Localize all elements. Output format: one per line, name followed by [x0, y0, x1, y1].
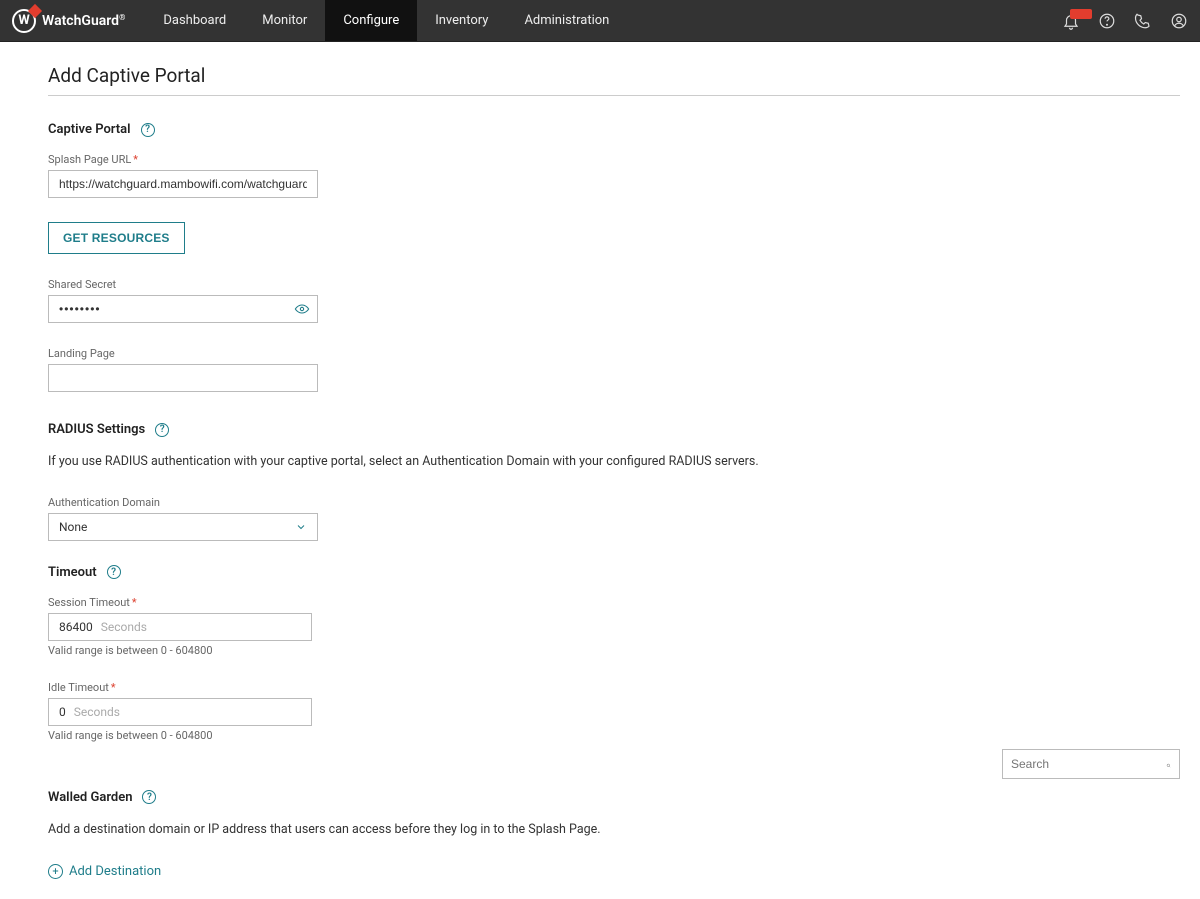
reveal-password-icon[interactable]: [294, 301, 310, 317]
section-timeout-header: Timeout ?: [48, 565, 1180, 580]
primary-nav: Dashboard Monitor Configure Inventory Ad…: [145, 0, 627, 41]
auth-domain-label: Authentication Domain: [48, 496, 1180, 509]
phone-icon[interactable]: [1134, 12, 1152, 30]
help-radius-icon[interactable]: ?: [155, 423, 169, 437]
auth-domain-select[interactable]: None: [48, 513, 318, 541]
chevron-down-icon: [295, 521, 307, 533]
shared-secret-input[interactable]: [48, 295, 318, 323]
nav-dashboard[interactable]: Dashboard: [145, 0, 244, 41]
help-icon[interactable]: [1098, 12, 1116, 30]
add-destination-label: Add Destination: [69, 864, 161, 879]
auth-domain-value: None: [59, 520, 87, 534]
walled-description: Add a destination domain or IP address t…: [48, 821, 1180, 840]
notification-bell-icon[interactable]: [1062, 12, 1080, 30]
plus-circle-icon: +: [48, 864, 63, 879]
topbar: W WatchGuard® Dashboard Monitor Configur…: [0, 0, 1200, 42]
shared-secret-label: Shared Secret: [48, 278, 1180, 291]
section-captive-portal-header: Captive Portal ?: [48, 122, 1180, 137]
section-radius-title: RADIUS Settings: [48, 422, 145, 437]
idle-timeout-hint: Valid range is between 0 - 604800: [48, 729, 1180, 742]
landing-page-input[interactable]: [48, 364, 318, 392]
splash-url-label: Splash Page URL*: [48, 153, 1180, 166]
search-icon[interactable]: [1166, 757, 1171, 772]
session-timeout-hint: Valid range is between 0 - 604800: [48, 644, 1180, 657]
section-radius-header: RADIUS Settings ?: [48, 422, 1180, 437]
user-account-icon[interactable]: [1170, 12, 1188, 30]
session-timeout-value: 86400: [59, 620, 93, 634]
search-input[interactable]: [1011, 757, 1166, 771]
logo-mark-icon: W: [12, 9, 36, 33]
idle-timeout-unit: Seconds: [74, 705, 120, 719]
idle-timeout-label: Idle Timeout*: [48, 681, 1180, 694]
search-box[interactable]: [1002, 749, 1180, 779]
nav-inventory[interactable]: Inventory: [417, 0, 506, 41]
brand-name: WatchGuard®: [42, 13, 125, 29]
notification-badge: [1070, 9, 1092, 19]
help-walled-icon[interactable]: ?: [142, 790, 156, 804]
add-destination-link[interactable]: + Add Destination: [48, 864, 1180, 879]
page-title: Add Captive Portal: [48, 64, 1180, 96]
splash-url-input[interactable]: [48, 170, 318, 198]
get-resources-button[interactable]: GET RESOURCES: [48, 222, 185, 254]
help-captive-portal-icon[interactable]: ?: [141, 123, 155, 137]
session-timeout-label: Session Timeout*: [48, 596, 1180, 609]
session-timeout-input[interactable]: 86400 Seconds: [48, 613, 312, 641]
section-walled-header: Walled Garden ?: [48, 790, 1180, 805]
nav-administration[interactable]: Administration: [506, 0, 627, 41]
radius-description: If you use RADIUS authentication with yo…: [48, 453, 1180, 472]
brand-logo[interactable]: W WatchGuard®: [12, 9, 125, 33]
nav-configure[interactable]: Configure: [325, 0, 417, 41]
idle-timeout-input[interactable]: 0 Seconds: [48, 698, 312, 726]
idle-timeout-value: 0: [59, 705, 66, 719]
landing-page-label: Landing Page: [48, 347, 1180, 360]
nav-monitor[interactable]: Monitor: [244, 0, 325, 41]
session-timeout-unit: Seconds: [101, 620, 147, 634]
topbar-right: [1062, 12, 1188, 30]
section-timeout-title: Timeout: [48, 565, 97, 580]
section-walled-title: Walled Garden: [48, 790, 132, 805]
help-timeout-icon[interactable]: ?: [107, 565, 121, 579]
section-captive-portal-title: Captive Portal: [48, 122, 131, 137]
